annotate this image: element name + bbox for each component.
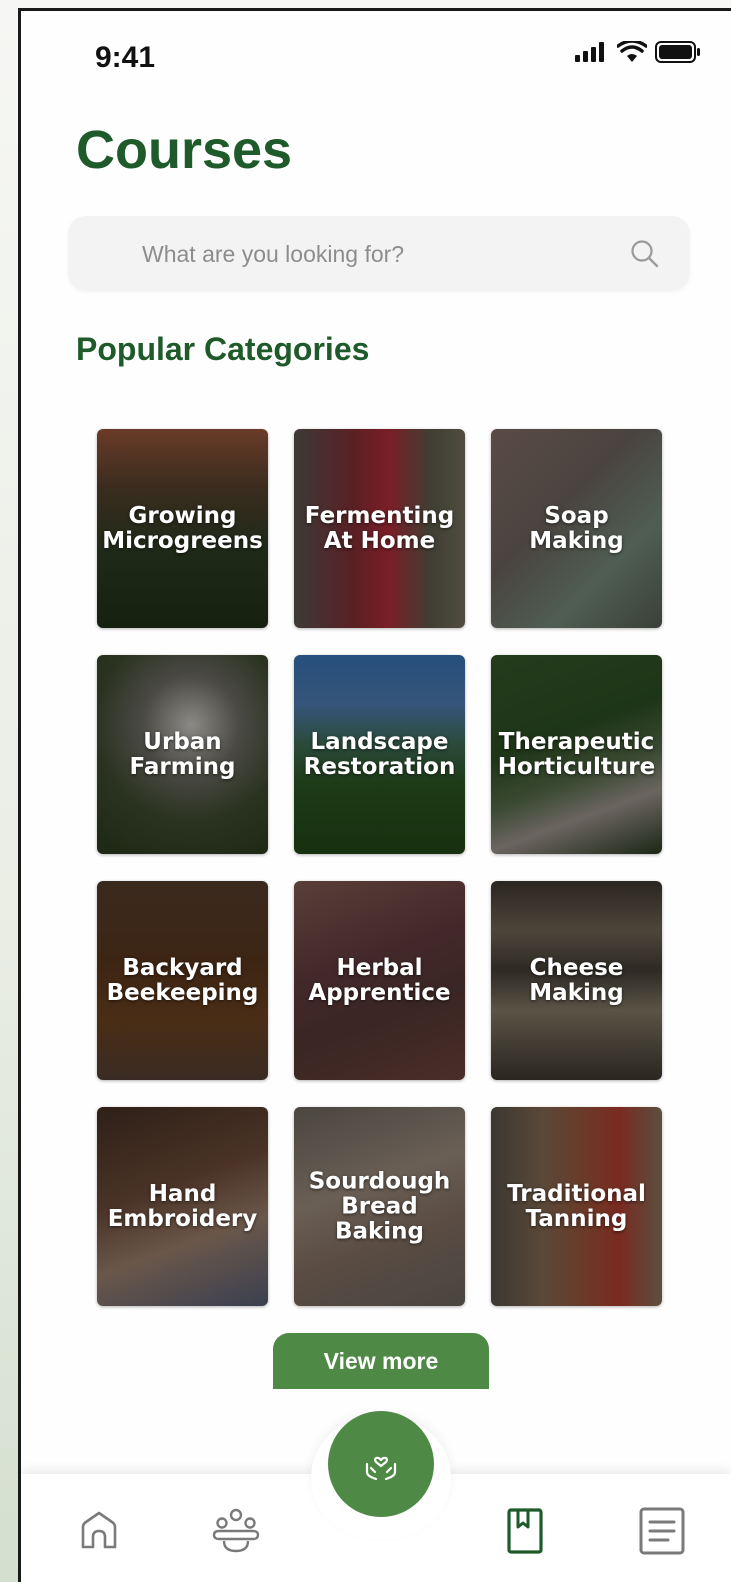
category-label: Hand Embroidery (107, 1180, 258, 1232)
bookmark-icon (507, 1508, 543, 1554)
search-icon[interactable] (630, 239, 660, 269)
category-label: Growing Microgreens (102, 502, 263, 554)
category-tile[interactable]: Herbal Apprentice (294, 881, 465, 1080)
tab-community[interactable] (206, 1501, 266, 1561)
category-tile[interactable]: Soap Making (491, 429, 662, 628)
category-tile[interactable]: Fermenting At Home (294, 429, 465, 628)
category-tile[interactable]: Traditional Tanning (491, 1107, 662, 1306)
view-more-button[interactable]: View more (273, 1333, 489, 1389)
wifi-icon (617, 41, 647, 62)
category-tile[interactable]: Landscape Restoration (294, 655, 465, 854)
section-title: Popular Categories (76, 331, 370, 367)
category-label: Herbal Apprentice (308, 954, 451, 1006)
category-label: Landscape Restoration (303, 728, 456, 780)
status-time: 9:41 (95, 41, 156, 74)
category-label: Cheese Making (529, 954, 624, 1006)
tab-home[interactable] (69, 1501, 129, 1561)
signal-icon (575, 42, 604, 62)
care-icon (365, 1456, 397, 1481)
category-label: Soap Making (529, 502, 624, 554)
category-tile[interactable]: Urban Farming (97, 655, 268, 854)
category-label: Traditional Tanning (507, 1180, 646, 1232)
category-tile[interactable]: Cheese Making (491, 881, 662, 1080)
search-bar[interactable] (68, 216, 690, 290)
notes-icon (639, 1507, 685, 1555)
phone-screen: 9:41 Courses What are you looking for? P… (18, 8, 731, 1582)
category-tile[interactable]: Backyard Beekeeping (97, 881, 268, 1080)
category-label: Sourdough Bread Baking (308, 1168, 451, 1244)
page-title: Courses (76, 120, 293, 180)
category-label: Therapeutic Horticulture (497, 728, 656, 780)
category-tile[interactable]: Sourdough Bread Baking (294, 1107, 465, 1306)
community-icon (212, 1508, 260, 1553)
status-bar: 9:41 (21, 11, 731, 101)
category-tile[interactable]: Therapeutic Horticulture (491, 655, 662, 854)
category-tile[interactable]: Growing Microgreens (97, 429, 268, 628)
care-button[interactable] (328, 1411, 434, 1517)
category-tile[interactable]: Hand Embroidery (97, 1107, 268, 1306)
battery-icon (655, 41, 700, 63)
home-icon (81, 1511, 117, 1549)
category-label: Fermenting At Home (304, 502, 455, 554)
search-input[interactable] (140, 232, 614, 276)
status-icons (575, 41, 701, 63)
category-label: Urban Farming (129, 728, 236, 780)
category-label: Backyard Beekeeping (106, 954, 259, 1006)
tab-notes[interactable] (632, 1501, 692, 1561)
tab-bookmark[interactable] (495, 1501, 555, 1561)
